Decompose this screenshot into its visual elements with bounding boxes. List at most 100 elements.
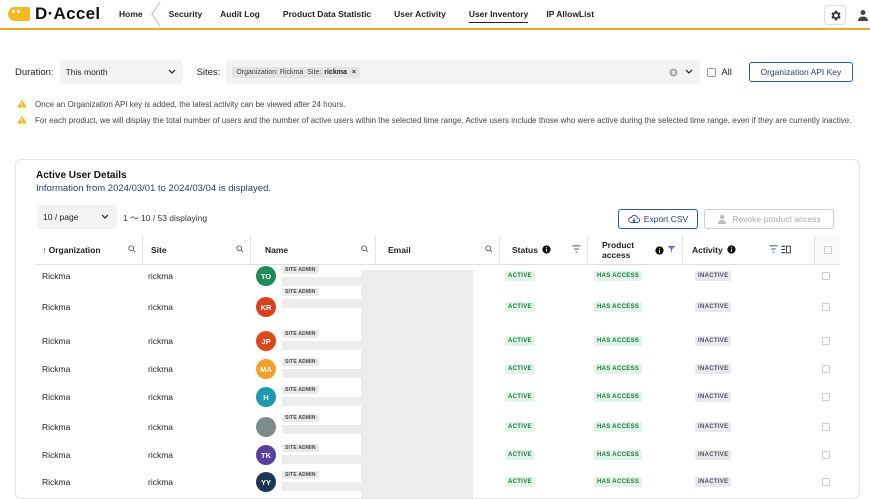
activity-badge: INACTIVE xyxy=(695,271,732,281)
filter-icon[interactable] xyxy=(769,245,778,253)
status-badge: ACTIVE xyxy=(505,450,535,460)
avatar[interactable]: MA xyxy=(256,359,276,379)
user-icon xyxy=(718,214,727,224)
access-badge: HAS ACCESS xyxy=(594,336,643,346)
cell-status: ACTIVE xyxy=(505,357,535,381)
table-row[interactable]: Rickma rickma JP SITE ADMIN ACTIVE HAS ACCESS… xyxy=(36,329,840,353)
nav-user-activity[interactable]: User Activity xyxy=(394,0,446,28)
cell-select xyxy=(822,385,830,409)
row-checkbox[interactable] xyxy=(822,365,830,373)
cell-status: ACTIVE xyxy=(505,265,535,287)
nav-product-data-statistic[interactable]: Product Data Statistic xyxy=(283,0,371,28)
status-badge: ACTIVE xyxy=(505,392,535,402)
access-badge: HAS ACCESS xyxy=(594,477,643,487)
search-icon[interactable] xyxy=(361,245,369,253)
clear-icon[interactable] xyxy=(669,68,678,77)
search-icon[interactable] xyxy=(236,245,244,253)
cloud-download-icon xyxy=(628,215,640,223)
status-badge: ACTIVE xyxy=(505,477,535,487)
sites-select[interactable]: Organization: Rickma Site: rickma × xyxy=(226,60,701,84)
organization-api-key-button[interactable]: Organization API Key xyxy=(748,62,853,82)
nav-security[interactable]: Security xyxy=(169,0,203,28)
note-item: Once an Organization API key is added, t… xyxy=(17,99,862,110)
sites-label: Sites: xyxy=(196,66,221,78)
column-toggle-icon[interactable] xyxy=(781,245,791,254)
logo[interactable]: D·Accel xyxy=(8,4,112,24)
select-all-checkbox[interactable] xyxy=(823,245,832,254)
table-row[interactable]: Rickma rickma YY SITE ADMIN ACTIVE HAS ACCESS… xyxy=(36,470,840,494)
all-sites-checkbox[interactable] xyxy=(707,67,717,77)
avatar[interactable] xyxy=(256,417,276,437)
nav-audit-log[interactable]: Audit Log xyxy=(220,0,260,28)
table-row[interactable]: Rickma rickma SITE ADMIN ACTIVE HAS ACCESS IN… xyxy=(36,413,840,441)
avatar[interactable]: KR xyxy=(256,297,276,317)
avatar[interactable]: YY xyxy=(256,472,276,492)
column-organization[interactable]: ↑ Organization xyxy=(36,235,143,264)
cell-activity: INACTIVE xyxy=(695,287,732,327)
table-row[interactable]: Rickma rickma TO SITE ADMIN ACTIVE HAS ACCESS… xyxy=(36,265,840,287)
settings-button[interactable] xyxy=(824,5,846,25)
row-checkbox[interactable] xyxy=(822,478,830,486)
duration-select[interactable]: This month xyxy=(59,60,183,84)
info-icon[interactable] xyxy=(655,246,664,255)
column-status[interactable]: Status xyxy=(500,235,588,264)
cell-product-access: HAS ACCESS xyxy=(594,443,643,467)
column-email[interactable]: Email xyxy=(376,235,500,264)
nav-user-inventory[interactable]: User Inventory xyxy=(468,0,528,28)
name-redaction xyxy=(282,277,372,286)
name-redaction xyxy=(282,397,372,406)
cell-status: ACTIVE xyxy=(505,385,535,409)
table-row[interactable]: Rickma rickma TK SITE ADMIN ACTIVE HAS ACCESS… xyxy=(36,443,840,467)
table-row[interactable]: Rickma rickma MA SITE ADMIN ACTIVE HAS ACCESS… xyxy=(36,357,840,381)
avatar[interactable]: TO xyxy=(256,266,276,286)
cell-name: TO SITE ADMIN xyxy=(256,265,376,287)
search-icon[interactable] xyxy=(485,245,493,253)
filter-icon[interactable] xyxy=(572,245,581,253)
column-name[interactable]: Name xyxy=(251,235,376,264)
avatar[interactable]: H xyxy=(256,387,276,407)
gear-icon xyxy=(830,10,841,20)
column-activity[interactable]: Activity xyxy=(683,235,815,264)
row-checkbox[interactable] xyxy=(822,272,830,280)
filter-icon[interactable] xyxy=(667,245,676,253)
info-icon[interactable] xyxy=(542,245,551,254)
column-select-all[interactable] xyxy=(815,235,840,264)
row-checkbox[interactable] xyxy=(822,451,830,459)
row-checkbox[interactable] xyxy=(822,303,830,311)
row-checkbox[interactable] xyxy=(822,393,830,401)
user-account-icon[interactable] xyxy=(856,8,870,22)
export-csv-button[interactable]: Export CSV xyxy=(618,209,698,229)
column-site[interactable]: Site xyxy=(143,235,251,264)
cell-name: MA SITE ADMIN xyxy=(256,357,376,381)
revoke-product-access-button[interactable]: Revoke product access xyxy=(704,209,834,229)
status-badge: ACTIVE xyxy=(505,302,535,312)
site-admin-badge: SITE ADMIN xyxy=(282,266,319,274)
avatar[interactable]: JP xyxy=(256,331,276,351)
row-checkbox[interactable] xyxy=(822,423,830,431)
nav-home[interactable]: Home xyxy=(119,0,143,28)
cell-select xyxy=(822,287,830,327)
per-page-select[interactable]: 10 / page xyxy=(37,205,117,229)
row-checkbox[interactable] xyxy=(822,337,830,345)
activity-badge: INACTIVE xyxy=(695,422,732,432)
access-badge: HAS ACCESS xyxy=(594,422,643,432)
nav-ip-allowlist[interactable]: IP AllowList xyxy=(546,0,594,28)
cell-organization: Rickma xyxy=(42,364,71,374)
table-row[interactable]: Rickma rickma H SITE ADMIN ACTIVE HAS ACCESS I… xyxy=(36,385,840,409)
all-sites-label: All xyxy=(721,66,732,78)
column-product-access[interactable]: Product access xyxy=(588,235,683,264)
chip-remove-icon[interactable]: × xyxy=(352,69,356,76)
cell-status: ACTIVE xyxy=(505,443,535,467)
search-icon[interactable] xyxy=(128,245,136,253)
cell-status: ACTIVE xyxy=(505,413,535,441)
cell-activity: INACTIVE xyxy=(695,413,732,441)
info-icon[interactable] xyxy=(727,245,736,254)
avatar[interactable]: TK xyxy=(256,445,276,465)
cell-name: KR SITE ADMIN xyxy=(256,287,376,327)
card-title: Active User Details xyxy=(36,170,127,181)
cell-name: YY SITE ADMIN xyxy=(256,470,376,494)
warning-icon xyxy=(17,115,27,124)
cell-activity: INACTIVE xyxy=(695,443,732,467)
table-row[interactable]: Rickma rickma KR SITE ADMIN ACTIVE HAS ACCESS… xyxy=(36,287,840,327)
cell-site: rickma xyxy=(148,477,174,487)
